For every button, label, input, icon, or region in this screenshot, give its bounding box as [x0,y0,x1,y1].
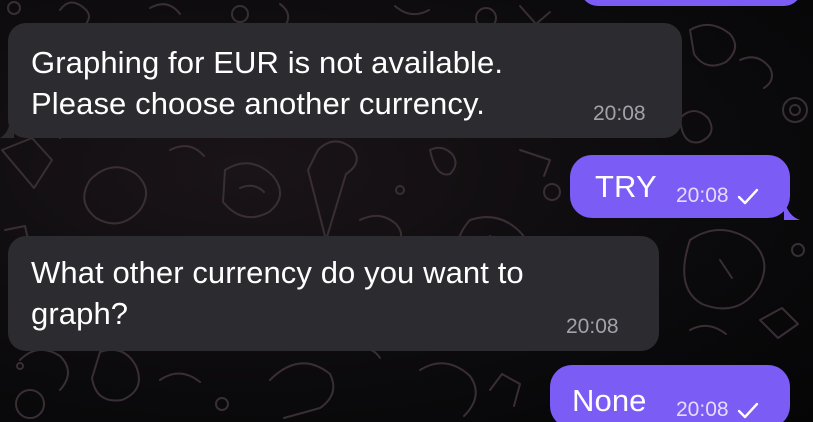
message-text: Graphing for EUR is not available. Pleas… [31,42,503,124]
incoming-message-bubble[interactable]: What other currency do you want to graph… [8,236,659,351]
message-timestamp: 20:08 [593,102,646,125]
sent-check-icon [737,402,759,419]
message-text: TRY [595,169,657,204]
message-line: What other currency do you want to [31,255,524,290]
incoming-message-bubble[interactable]: Graphing for EUR is not available. Pleas… [8,23,682,138]
message-line: Please choose another currency. [31,86,486,121]
message-line: graph? [31,296,129,331]
outgoing-message-bubble[interactable]: None 20:08 [550,365,790,422]
message-timestamp: 20:08 [676,184,729,207]
sent-check-icon [737,188,759,205]
incoming-bubble-tail [0,118,14,138]
message-text: None [572,383,647,418]
message-line: Graphing for EUR is not available. [31,45,504,80]
outgoing-message-bubble-partial [580,0,802,6]
outgoing-message-bubble[interactable]: TRY 20:08 [570,155,790,218]
message-text: What other currency do you want to graph… [31,252,524,334]
chat-view: Graphing for EUR is not available. Pleas… [0,0,813,422]
message-timestamp: 20:08 [566,315,619,338]
outgoing-bubble-tail [784,200,800,220]
message-timestamp: 20:08 [676,398,729,421]
